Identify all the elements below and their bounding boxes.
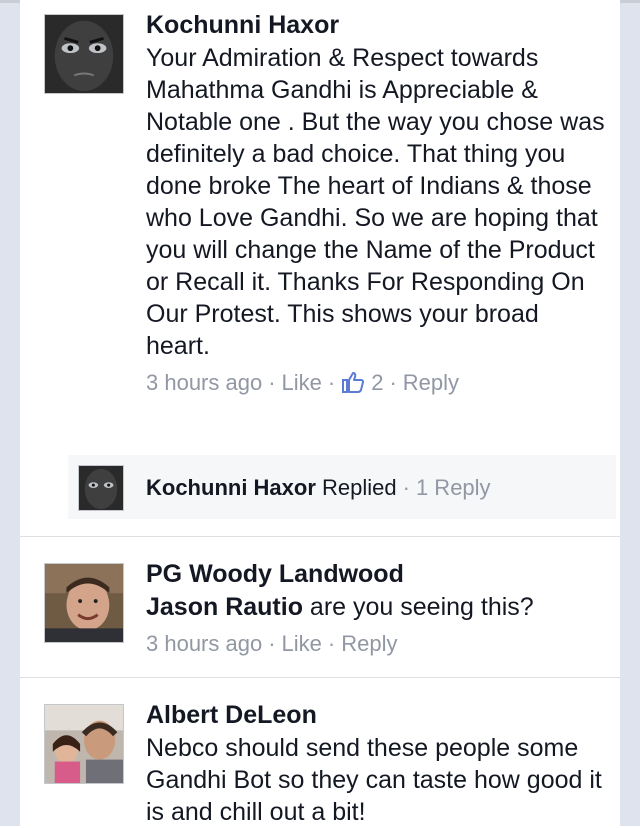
comment-time[interactable]: 3 hours ago xyxy=(146,631,262,656)
replies-summary-text: Kochunni Haxor Replied · 1 Reply xyxy=(146,473,491,503)
meta-separator: · xyxy=(327,631,336,656)
dark-face-avatar-icon xyxy=(79,466,123,510)
comment-text-body: are you seeing this? xyxy=(302,593,534,621)
replies-summary[interactable]: Kochunni Haxor Replied · 1 Reply xyxy=(68,455,616,519)
smiling-man-avatar-icon xyxy=(45,564,123,642)
comment-meta: 3 hours ago · Like · Reply xyxy=(146,629,608,659)
reply-author-avatar xyxy=(78,465,124,511)
right-margin xyxy=(620,0,640,826)
comment-body: Kochunni Haxor Your Admiration & Respect… xyxy=(146,10,608,398)
thumbs-up-icon xyxy=(342,372,365,393)
author-avatar[interactable] xyxy=(44,14,124,94)
comment-item: Albert DeLeon Nebco should send these pe… xyxy=(20,678,620,826)
man-with-child-avatar-icon xyxy=(45,705,123,783)
comment-meta: 3 hours ago · Like · 2 · Reply xyxy=(146,368,608,398)
reply-author[interactable]: Kochunni Haxor xyxy=(146,475,316,500)
comment-feed: Kochunni Haxor Your Admiration & Respect… xyxy=(20,0,620,826)
like-count-value: 2 xyxy=(371,370,384,395)
author-avatar[interactable] xyxy=(44,563,124,643)
meta-separator: · xyxy=(268,370,276,395)
like-link[interactable]: Like xyxy=(282,370,322,395)
comment-body: PG Woody Landwood Jason Rautio are you s… xyxy=(146,559,608,659)
meta-separator: · xyxy=(402,475,410,500)
dark-face-avatar-icon xyxy=(45,15,123,93)
reply-action: Replied xyxy=(315,475,397,500)
comment-item: PG Woody Landwood Jason Rautio are you s… xyxy=(20,537,620,677)
meta-separator: · xyxy=(389,370,397,395)
comment-text: Your Admiration & Respect towards Mahath… xyxy=(146,44,605,360)
meta-separator: · xyxy=(268,631,276,656)
reply-link[interactable]: Reply xyxy=(341,631,397,656)
comment-author[interactable]: Kochunni Haxor xyxy=(146,10,608,40)
reply-count[interactable]: 1 Reply xyxy=(416,475,491,500)
like-link[interactable]: Like xyxy=(282,631,322,656)
comment-body: Albert DeLeon Nebco should send these pe… xyxy=(146,700,608,828)
comment-author[interactable]: PG Woody Landwood xyxy=(146,559,608,589)
reply-link[interactable]: Reply xyxy=(403,370,459,395)
comment-author[interactable]: Albert DeLeon xyxy=(146,700,608,730)
comment-text: Jason Rautio are you seeing this? xyxy=(146,591,608,623)
comment-item: Kochunni Haxor Your Admiration & Respect… xyxy=(20,0,620,536)
meta-separator: · xyxy=(327,370,336,395)
mentioned-user[interactable]: Jason Rautio xyxy=(146,593,303,621)
author-avatar[interactable] xyxy=(44,704,124,784)
like-count[interactable]: 2 xyxy=(341,370,383,395)
left-margin xyxy=(0,0,20,826)
comment-time[interactable]: 3 hours ago xyxy=(146,370,262,395)
comment-text: Nebco should send these people some Gand… xyxy=(146,734,602,826)
